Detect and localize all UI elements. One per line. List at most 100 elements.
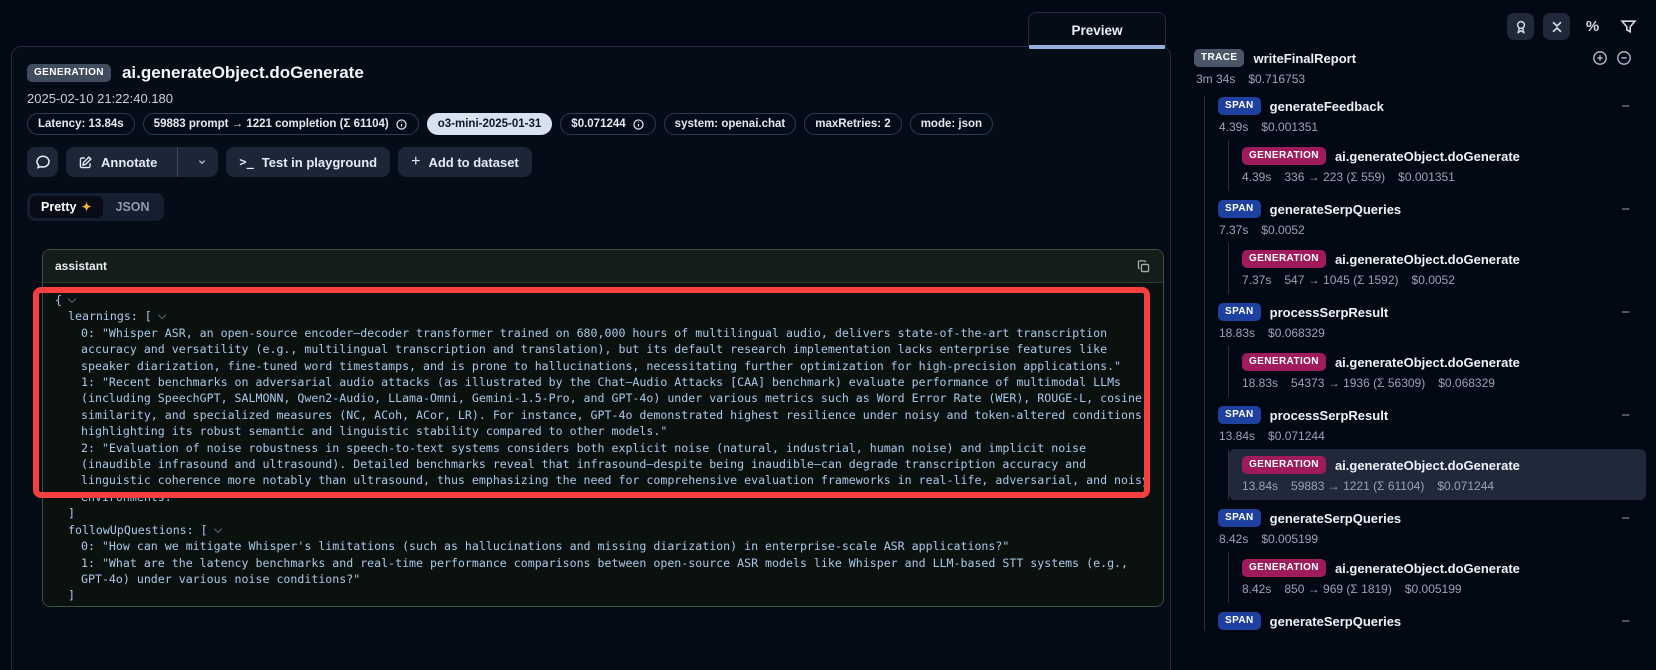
span-duration: 7.37s — [1219, 223, 1248, 238]
json-line: 0: "Whisper ASR, an open-source encoder—… — [55, 325, 1151, 374]
test-in-playground-button[interactable]: >_ Test in playground — [226, 147, 390, 177]
chevron-down-icon — [196, 156, 208, 168]
copy-icon — [1136, 259, 1151, 274]
span-row[interactable]: SPAN processSerpResult − — [1218, 302, 1650, 322]
metadata-pill-row: Latency: 13.84s 59883 prompt → 1221 comp… — [27, 113, 1155, 135]
observation-header: GENERATION ai.generateObject.doGenerate — [27, 62, 1155, 83]
sidebar-toolbar: % — [1507, 13, 1642, 40]
filter-icon[interactable] — [1615, 13, 1642, 40]
generation-duration: 13.84s — [1242, 479, 1278, 494]
playground-label: Test in playground — [262, 155, 377, 170]
collapse-node-icon[interactable]: − — [1621, 614, 1650, 629]
system-pill: system: openai.chat — [664, 113, 797, 135]
percentage-view-icon[interactable]: % — [1579, 13, 1606, 40]
span-row[interactable]: SPAN generateSerpQueries − — [1218, 199, 1650, 219]
collapse-node-icon[interactable]: − — [1621, 408, 1650, 423]
collapse-all-icon[interactable] — [1543, 13, 1570, 40]
json-line: { — [55, 292, 1151, 308]
collapse-node-icon[interactable]: − — [1621, 305, 1650, 320]
collapse-chevron-icon[interactable] — [68, 295, 76, 303]
generation-duration: 7.37s — [1242, 273, 1271, 288]
info-icon[interactable] — [395, 118, 408, 131]
generation-node[interactable]: GENERATION ai.generateObject.doGenerate … — [1229, 243, 1646, 294]
annotation-award-icon[interactable] — [1507, 13, 1534, 40]
latency-pill: Latency: 13.84s — [27, 113, 135, 135]
json-line: learnings: [ — [55, 308, 1151, 324]
trace-cost: $0.716753 — [1248, 72, 1305, 87]
app-window: Preview GENERATION ai.generateObject.doG… — [0, 0, 1656, 670]
plus-icon: + — [411, 153, 420, 171]
span-node: SPAN generateSerpQueries − 7.37s $0.0052… — [1218, 199, 1650, 294]
json-line: ] — [55, 505, 1151, 521]
toggle-json[interactable]: JSON — [105, 196, 161, 218]
max-retries-pill: maxRetries: 2 — [804, 113, 901, 135]
span-duration: 4.39s — [1219, 120, 1248, 135]
generation-badge: GENERATION — [1242, 250, 1326, 268]
action-button-row: Annotate >_ Test in playground — [27, 147, 1155, 177]
collapse-chevron-icon[interactable] — [213, 524, 221, 532]
span-row[interactable]: SPAN generateSerpQueries − — [1218, 611, 1650, 631]
message-role-label: assistant — [55, 259, 107, 273]
annotate-dropdown[interactable] — [186, 147, 218, 177]
json-line: 1: "Recent benchmarks on adversarial aud… — [55, 374, 1151, 440]
span-duration: 8.42s — [1219, 532, 1248, 547]
page-title: ai.generateObject.doGenerate — [122, 63, 364, 83]
span-node: SPAN generateSerpQueries − 8.42s $0.0051… — [1218, 508, 1650, 603]
trace-sidebar: % TRACE writeFinalReport — [1186, 0, 1656, 670]
collapse-node-icon[interactable]: − — [1621, 202, 1650, 217]
span-duration: 18.83s — [1219, 326, 1255, 341]
collapse-node-icon[interactable]: − — [1621, 99, 1650, 114]
span-row[interactable]: SPAN generateFeedback − — [1218, 96, 1650, 116]
model-pill[interactable]: o3-mini-2025-01-31 — [427, 113, 553, 135]
info-icon[interactable] — [632, 118, 645, 131]
generation-duration: 4.39s — [1242, 170, 1271, 185]
generation-badge: GENERATION — [1242, 353, 1326, 371]
add-to-dataset-button[interactable]: + Add to dataset — [398, 147, 532, 177]
span-row[interactable]: SPAN processSerpResult − — [1218, 405, 1650, 425]
generation-tokens: 336 → 223 (Σ 559) — [1284, 170, 1385, 185]
trace-duration: 3m 34s — [1196, 72, 1235, 87]
span-cost: $0.0052 — [1261, 223, 1304, 238]
toggle-pretty[interactable]: Pretty ✦ — [30, 196, 103, 218]
trace-tree: TRACE writeFinalReport 3m — [1194, 48, 1650, 639]
generation-cost: $0.001351 — [1398, 170, 1455, 185]
generation-tokens: 850 → 969 (Σ 1819) — [1284, 582, 1391, 597]
cost-pill: $0.071244 — [560, 113, 655, 135]
copy-button[interactable] — [1136, 259, 1151, 274]
comment-button[interactable] — [27, 147, 58, 177]
tab-preview[interactable]: Preview — [1028, 12, 1166, 47]
mode-pill: mode: json — [910, 113, 993, 135]
generation-node[interactable]: GENERATION ai.generateObject.doGenerate … — [1229, 552, 1646, 603]
generation-node[interactable]: GENERATION ai.generateObject.doGenerate … — [1229, 346, 1646, 397]
generation-cost: $0.005199 — [1405, 582, 1462, 597]
annotate-icon — [78, 155, 93, 170]
span-badge: SPAN — [1218, 303, 1261, 321]
span-badge: SPAN — [1218, 406, 1261, 424]
span-cost: $0.001351 — [1261, 120, 1318, 135]
code-card-header: assistant — [43, 250, 1163, 283]
span-cost: $0.068329 — [1268, 326, 1325, 341]
observation-preview-panel: GENERATION ai.generateObject.doGenerate … — [11, 46, 1171, 670]
span-row[interactable]: SPAN generateSerpQueries − — [1218, 508, 1650, 528]
generation-badge: GENERATION — [1242, 559, 1326, 577]
collapse-node-icon[interactable]: − — [1621, 511, 1650, 526]
expand-all-icon[interactable] — [1592, 50, 1608, 66]
span-badge: SPAN — [1218, 509, 1261, 527]
generation-cost: $0.071244 — [1437, 479, 1494, 494]
generation-node-selected[interactable]: GENERATION ai.generateObject.doGenerate … — [1229, 449, 1646, 500]
generation-cost: $0.0052 — [1412, 273, 1455, 288]
tab-preview-label: Preview — [1071, 23, 1122, 38]
span-cost: $0.071244 — [1268, 429, 1325, 444]
json-line: } — [55, 604, 1151, 607]
collapse-chevron-icon[interactable] — [158, 311, 166, 319]
annotate-label: Annotate — [101, 155, 157, 170]
json-line: ] — [55, 587, 1151, 603]
trace-row[interactable]: TRACE writeFinalReport — [1194, 48, 1650, 68]
collapse-all-circle-icon[interactable] — [1616, 50, 1632, 66]
json-line: 1: "What are the latency benchmarks and … — [55, 555, 1151, 588]
generation-badge: GENERATION — [1242, 456, 1326, 474]
generation-node[interactable]: GENERATION ai.generateObject.doGenerate … — [1229, 140, 1646, 191]
generation-duration: 8.42s — [1242, 582, 1271, 597]
annotate-button[interactable]: Annotate — [66, 147, 218, 177]
sparkles-icon: ✦ — [81, 200, 91, 214]
